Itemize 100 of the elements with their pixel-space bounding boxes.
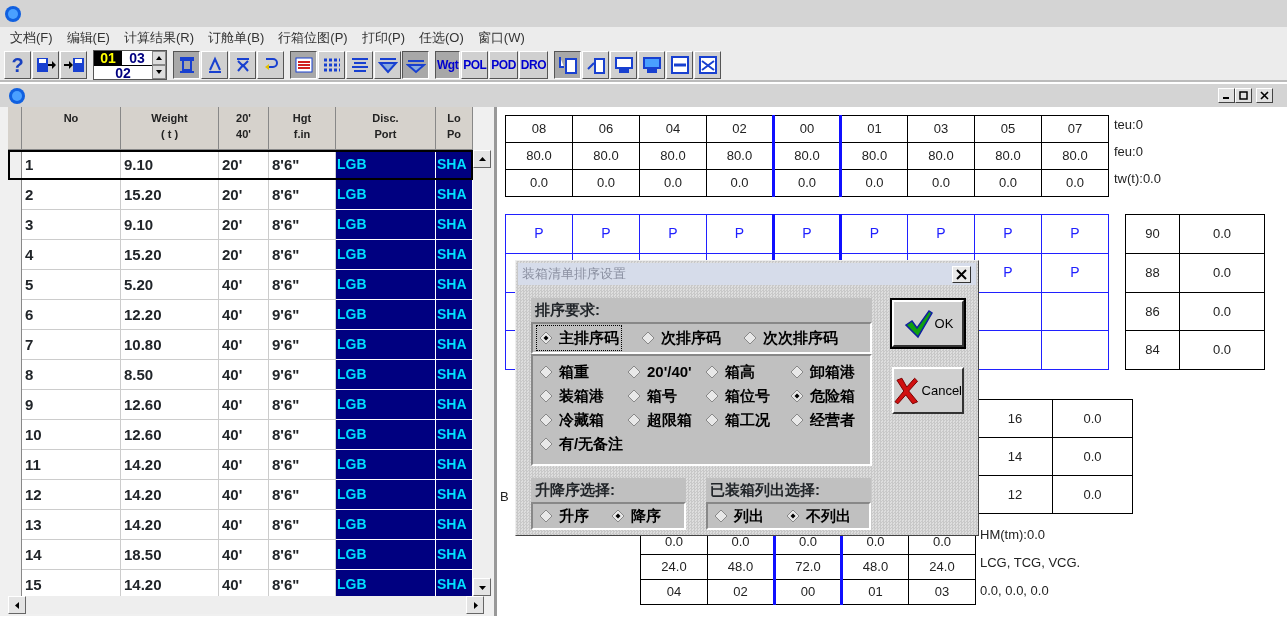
toolbar-button[interactable]: DRO [518,50,548,79]
radio-option[interactable]: 箱位号 [703,384,788,408]
scroll-up-button[interactable] [473,150,491,168]
menu-item[interactable]: 打印(P) [355,28,414,48]
menu-item[interactable]: 编辑(E) [60,28,118,48]
radio-option[interactable]: 升序 [537,503,591,529]
radio-option[interactable]: 有/无备注 [537,432,625,456]
table-cell: 40' [219,330,269,360]
table-cell: 8'6" [269,540,336,570]
radio-icon[interactable] [539,365,553,379]
toolbar-button[interactable]: Wgt [435,50,461,79]
radio-icon[interactable] [790,365,804,379]
radio-icon[interactable] [705,413,719,427]
menu-item[interactable]: 计算结果(R) [117,28,202,48]
table-cell: 40' [219,270,269,300]
radio-option[interactable]: 经营者 [788,408,868,432]
radio-icon[interactable] [790,413,804,427]
radio-icon[interactable] [611,509,625,523]
radio-option[interactable]: 20'/40' [625,360,703,384]
column-header[interactable]: Lo Po [436,107,473,150]
radio-option[interactable]: 不列出 [784,503,853,529]
grid-cell: 0.0 [974,169,1042,197]
app-icon [4,4,22,23]
menu-item[interactable]: 订舱单(B) [202,28,273,48]
table-cell: LGB [336,300,436,330]
radio-icon[interactable] [705,365,719,379]
radio-icon[interactable] [627,389,641,403]
column-header[interactable]: No [22,107,121,150]
menu-item[interactable]: 窗口(W) [471,28,533,48]
radio-icon[interactable] [743,331,757,345]
axis-label: B [500,488,509,506]
close-icon[interactable] [1260,91,1269,100]
grid-cell: 04 [640,579,708,605]
table-cell: SHA [436,270,473,300]
column-header[interactable]: 20' 40' [219,107,269,150]
toolbar-button[interactable]: POL [461,50,489,79]
radio-icon[interactable] [539,509,553,523]
stacked-lines-icon [293,54,314,75]
radio-icon[interactable] [627,413,641,427]
table-cell: 40' [219,420,269,450]
radio-icon[interactable] [786,509,800,523]
table-cell: 2 [22,180,121,210]
toolbar-button[interactable] [402,50,429,79]
left-arrow-icon[interactable] [12,600,22,610]
minimize-button[interactable] [1218,88,1235,103]
radio-option[interactable]: 箱重 [537,360,625,384]
menu-item[interactable]: 行箱位图(P) [272,28,356,48]
menu-item[interactable]: 任选(O) [413,28,472,48]
table-cell: 9.10 [121,210,219,240]
grid-cell: 05 [974,115,1042,143]
radio-option[interactable]: 列出 [712,503,766,529]
radio-option[interactable]: 次排序码 [639,325,723,351]
radio-icon[interactable] [539,437,553,451]
radio-option[interactable]: 危险箱 [788,384,868,408]
radio-icon[interactable] [539,331,553,345]
radio-icon[interactable] [705,389,719,403]
column-header[interactable]: Hgt f.in [269,107,336,150]
scroll-left-button[interactable] [8,596,26,614]
radio-option[interactable]: 降序 [609,503,663,529]
close-button[interactable] [952,265,971,283]
radio-option[interactable]: 冷藏箱 [537,408,625,432]
up-arrow-icon[interactable] [477,154,487,164]
radio-option[interactable]: 次次排序码 [741,325,840,351]
radio-option[interactable]: 主排序码 [537,325,621,351]
menu-item[interactable]: 文档(F) [4,28,61,48]
toolbar-button[interactable] [290,50,317,79]
table-cell: 40' [219,480,269,510]
radio-option[interactable]: 箱高 [703,360,788,384]
grid-cell: P [773,214,841,254]
table-cell: SHA [436,570,473,596]
toolbar-button[interactable]: ? [4,50,31,79]
radio-icon[interactable] [790,389,804,403]
column-header[interactable]: Disc. Port [336,107,436,150]
toolbar-button[interactable] [554,50,581,79]
table-cell: 10.80 [121,330,219,360]
scroll-down-button[interactable] [473,578,491,596]
toolbar-button[interactable]: POD [489,50,518,79]
maximize-icon[interactable] [1239,91,1248,100]
radio-icon[interactable] [539,413,553,427]
scroll-right-button[interactable] [466,596,484,614]
radio-option[interactable]: 超限箱 [625,408,703,432]
close-button[interactable] [1256,88,1273,103]
ok-button[interactable]: OK [892,300,964,347]
radio-option[interactable]: 箱工况 [703,408,788,432]
cancel-button[interactable]: Cancel [892,367,964,414]
selected-row[interactable]: 1 9.10 20' 8'6" LGB SHA [8,150,473,180]
number-spinner[interactable]: 01 03 02 [93,49,167,80]
radio-option[interactable]: 装箱港 [537,384,625,408]
radio-icon[interactable] [641,331,655,345]
radio-icon[interactable] [714,509,728,523]
toolbar-button[interactable] [173,50,200,79]
container-icon [641,54,662,75]
radio-icon[interactable] [627,365,641,379]
radio-option[interactable]: 箱号 [625,384,703,408]
radio-icon[interactable] [539,389,553,403]
column-header[interactable]: Weight ( t ) [121,107,219,150]
table-cell: 9'6" [269,360,336,390]
radio-option[interactable]: 卸箱港 [788,360,868,384]
table-cell: LGB [336,330,436,360]
maximize-button[interactable] [1235,88,1252,103]
